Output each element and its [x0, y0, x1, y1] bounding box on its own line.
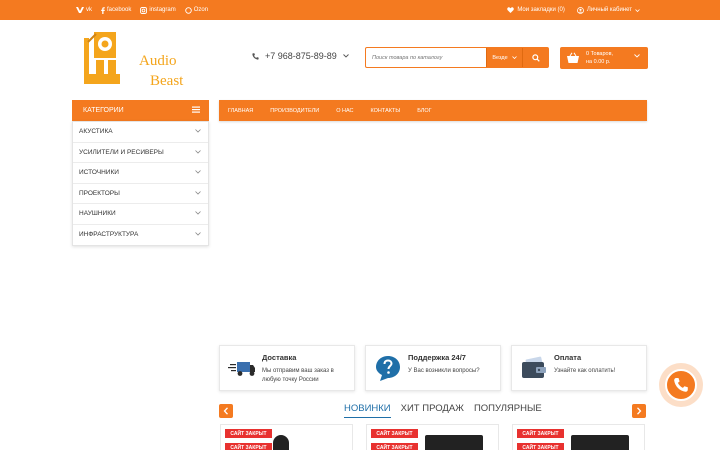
heart-icon [507, 7, 515, 13]
chevron-down-icon [634, 54, 640, 58]
tab-bestsellers[interactable]: ХИТ ПРОДАЖ [401, 403, 464, 418]
product-card[interactable]: САЙТ ЗАКРЫТ САЙТ ЗАКРЫТ [220, 424, 353, 450]
tab-popular[interactable]: ПОПУЛЯРНЫЕ [474, 403, 542, 418]
nav-item-contacts[interactable]: КОНТАКТЫ [371, 108, 401, 114]
logo-text-line2: Beast [150, 73, 184, 88]
cart-count: 0 Товаров, [586, 51, 614, 57]
product-badge: САЙТ ЗАКРЫТ [517, 429, 564, 438]
ozon-icon [184, 6, 192, 14]
feature-title: Доставка [262, 353, 297, 362]
phone-icon [252, 52, 259, 60]
payment-wallet-icon [522, 356, 546, 378]
feature-payment[interactable]: Оплата Узнайте как оплатить! [511, 345, 647, 391]
product-image [273, 435, 289, 450]
categories-header[interactable]: КАТЕГОРИИ [72, 100, 209, 121]
feature-delivery[interactable]: Доставка Мы отправим ваш заказ в любую т… [219, 345, 355, 391]
account-menu[interactable]: Личный кабинет [576, 6, 640, 14]
product-image [571, 435, 629, 450]
product-tabs: НОВИНКИ ХИТ ПРОДАЖ ПОПУЛЯРНЫЕ [344, 403, 542, 418]
social-link-vk[interactable]: vk [76, 7, 92, 13]
product-badge: САЙТ ЗАКРЫТ [371, 443, 418, 450]
feature-title: Оплата [554, 353, 582, 362]
social-link-instagram[interactable]: instagram [140, 6, 176, 14]
category-item-infrastructure[interactable]: ИНФРАСТРУКТУРА [73, 225, 208, 246]
category-item-sources[interactable]: ИСТОЧНИКИ [73, 163, 208, 184]
category-item-projectors[interactable]: ПРОЕКТОРЫ [73, 184, 208, 204]
social-link-ozon[interactable]: Ozon [184, 6, 208, 14]
feature-description: У Вас возникли вопросы? [408, 368, 480, 374]
chevron-down-icon [195, 231, 201, 236]
category-item-headphones[interactable]: НАУШНИКИ [73, 204, 208, 225]
chevron-down-icon [195, 149, 201, 154]
facebook-icon [101, 6, 105, 14]
nav-item-manufacturers[interactable]: ПРОИЗВОДИТЕЛИ [270, 108, 319, 114]
phone-number: +7 968-875-89-89 [265, 51, 337, 61]
chevron-left-icon [223, 407, 228, 415]
chevron-down-icon [635, 8, 640, 12]
categories-list: АКУСТИКА УСИЛИТЕЛИ И РЕСИВЕРЫ ИСТОЧНИКИ … [72, 121, 209, 246]
callback-button[interactable] [659, 363, 703, 407]
shopping-basket-icon [567, 52, 579, 63]
product-badge: САЙТ ЗАКРЫТ [371, 429, 418, 438]
social-links: vk facebook instagram Ozon [76, 0, 208, 20]
delivery-truck-icon [228, 362, 255, 376]
chevron-down-icon [511, 56, 517, 59]
search-scope-select[interactable]: Везде [486, 48, 522, 67]
tab-new[interactable]: НОВИНКИ [344, 403, 391, 418]
phone-icon [674, 378, 688, 392]
product-badge: САЙТ ЗАКРЫТ [517, 443, 564, 450]
search-input[interactable] [366, 48, 486, 67]
instagram-icon [140, 6, 148, 14]
search-icon [531, 53, 540, 62]
site-logo[interactable]: Audio Beast [82, 30, 202, 89]
chevron-down-icon [195, 211, 201, 215]
chevron-down-icon [195, 170, 201, 174]
logo-text-line1: Audio [139, 53, 177, 69]
product-card[interactable]: САЙТ ЗАКРЫТ САЙТ ЗАКРЫТ [366, 424, 499, 450]
feature-description: Мы отправим ваш заказ в любую точку Росс… [262, 368, 334, 383]
product-card[interactable]: САЙТ ЗАКРЫТ САЙТ ЗАКРЫТ [512, 424, 645, 450]
phone-contact[interactable]: +7 968-875-89-89 [252, 51, 349, 61]
social-link-facebook[interactable]: facebook [101, 6, 131, 14]
cart-button[interactable]: 0 Товаров, на 0.00 р. [560, 47, 648, 69]
nav-item-about[interactable]: О НАС [336, 108, 353, 114]
nav-item-home[interactable]: ГЛАВНАЯ [228, 108, 253, 114]
question-icon [376, 356, 400, 381]
user-circle-icon [576, 6, 584, 14]
feature-title: Поддержка 24/7 [408, 353, 466, 362]
product-image [425, 435, 483, 450]
vk-icon [76, 7, 84, 13]
category-item-acoustics[interactable]: АКУСТИКА [73, 122, 208, 143]
product-badge: САЙТ ЗАКРЫТ [225, 429, 272, 438]
logo-mark [84, 32, 120, 84]
category-item-amplifiers[interactable]: УСИЛИТЕЛИ И РЕСИВЕРЫ [73, 143, 208, 163]
carousel-next-button[interactable] [632, 404, 646, 418]
main-nav: ГЛАВНАЯ ПРОИЗВОДИТЕЛИ О НАС КОНТАКТЫ БЛО… [219, 100, 647, 121]
top-bar: vk facebook instagram Ozon Мои закладки … [0, 0, 720, 20]
chevron-down-icon [195, 129, 201, 133]
chevron-down-icon [195, 190, 201, 195]
search-button[interactable] [522, 48, 548, 67]
feature-description: Узнайте как оплатить! [554, 368, 616, 374]
menu-icon [192, 106, 200, 113]
nav-item-blog[interactable]: БЛОГ [417, 108, 431, 114]
chevron-right-icon [637, 407, 642, 415]
bookmarks-link[interactable]: Мои закладки (0) [507, 7, 565, 13]
cart-total: на 0.00 р. [586, 59, 611, 65]
product-badge: САЙТ ЗАКРЫТ [225, 443, 272, 450]
carousel-prev-button[interactable] [219, 404, 233, 418]
search-bar: Везде [365, 47, 549, 68]
feature-support[interactable]: Поддержка 24/7 У Вас возникли вопросы? [365, 345, 501, 391]
chevron-down-icon [342, 54, 349, 58]
